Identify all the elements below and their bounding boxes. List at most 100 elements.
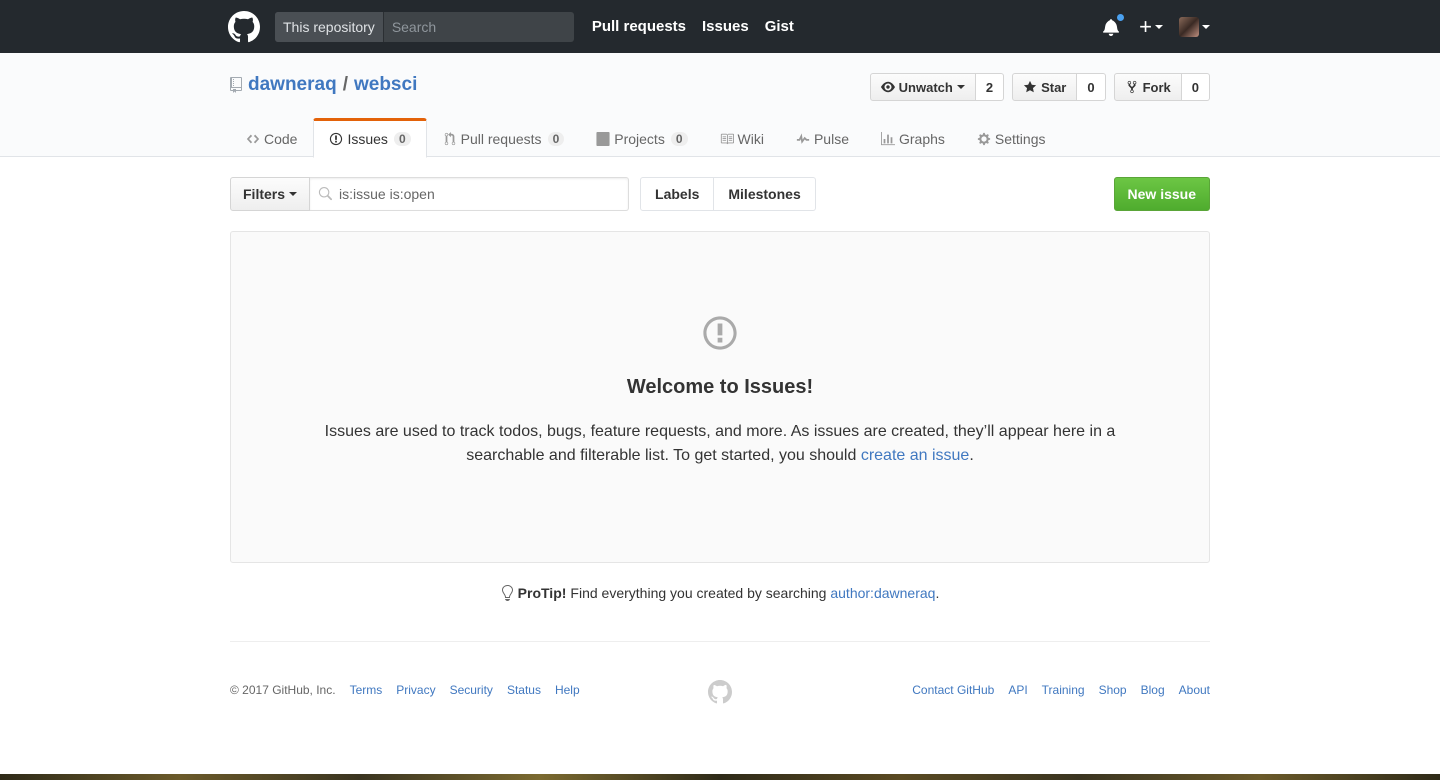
search-input[interactable]: [383, 11, 574, 42]
header-nav: Pull requests Issues Gist: [592, 18, 810, 35]
forks-count[interactable]: 0: [1181, 73, 1210, 101]
tab-label: Code: [264, 131, 298, 147]
filters-group: Filters: [230, 177, 630, 211]
watch-label: Unwatch: [898, 79, 953, 95]
tab-pulse[interactable]: Pulse: [780, 118, 865, 158]
chevron-down-icon: [1202, 24, 1210, 29]
repo-actions: Unwatch 2 Star 0 Fork 0: [862, 73, 1210, 101]
issue-opened-icon: [330, 132, 343, 146]
star-label: Star: [1041, 79, 1067, 95]
repo-header: dawneraq / websci Unwatch 2 Star 0 Fork …: [0, 53, 1440, 158]
tab-label: Issues: [347, 131, 388, 147]
header-inner: This repository Pull requests Issues Gis…: [228, 0, 1210, 53]
filters-button[interactable]: Filters: [230, 177, 311, 211]
footer-right-links: Contact GitHub API Training Shop Blog Ab…: [912, 683, 1210, 697]
star-icon: [1023, 80, 1037, 93]
footer-link-contact[interactable]: Contact GitHub: [912, 683, 994, 697]
footer-link-terms[interactable]: Terms: [350, 683, 383, 697]
tab-projects[interactable]: Projects 0: [580, 118, 703, 158]
footer-link-api[interactable]: API: [1008, 683, 1027, 697]
github-logo-icon[interactable]: [228, 10, 260, 43]
repo-icon: [230, 77, 242, 93]
tab-counter: 0: [393, 132, 411, 146]
issue-opened-icon: [703, 316, 737, 350]
tab-label: Graphs: [898, 131, 945, 147]
tab-label: Pull requests: [460, 131, 542, 147]
gear-icon: [977, 132, 991, 146]
create-new-dropdown[interactable]: +: [1139, 13, 1163, 39]
header-user-controls: +: [1103, 0, 1210, 53]
header-nav-pull-requests[interactable]: Pull requests: [592, 18, 686, 35]
labels-milestones-group: Labels Milestones: [640, 177, 816, 211]
repo-name-link[interactable]: websci: [354, 74, 417, 96]
search-scope-label[interactable]: This repository: [275, 11, 384, 42]
tab-code[interactable]: Code: [230, 118, 313, 158]
user-menu-dropdown[interactable]: [1179, 16, 1210, 37]
site-footer: © 2017 GitHub, Inc. Terms Privacy Securi…: [230, 641, 1210, 741]
fork-group: Fork 0: [1113, 73, 1210, 101]
tab-pull-requests[interactable]: Pull requests 0: [427, 118, 581, 158]
watch-button[interactable]: Unwatch: [869, 73, 976, 101]
avatar: [1179, 16, 1199, 37]
blankslate-text-end: .: [969, 447, 974, 464]
stargazers-count[interactable]: 0: [1077, 73, 1106, 101]
tab-issues[interactable]: Issues 0: [313, 118, 427, 158]
repo-path-separator: /: [342, 74, 348, 95]
unread-indicator: [1116, 12, 1126, 22]
issue-filter-search: [310, 177, 630, 211]
watchers-count[interactable]: 2: [975, 73, 1005, 101]
chevron-down-icon: [956, 85, 965, 89]
git-pull-request-icon: [444, 132, 455, 146]
issue-search-input[interactable]: [310, 178, 629, 210]
header-nav-gist[interactable]: Gist: [765, 18, 794, 35]
repo-owner-link[interactable]: dawneraq: [248, 74, 337, 96]
footer-link-about[interactable]: About: [1179, 683, 1210, 697]
star-group: Star 0: [1012, 73, 1106, 101]
star-button[interactable]: Star: [1012, 73, 1078, 101]
tab-label: Settings: [994, 131, 1046, 147]
labels-link[interactable]: Labels: [640, 177, 715, 211]
footer-left-links: © 2017 GitHub, Inc. Terms Privacy Securi…: [230, 683, 594, 697]
protip-label: ProTip!: [517, 585, 567, 601]
repo-title: dawneraq / websci: [230, 74, 417, 96]
footer-link-status[interactable]: Status: [507, 683, 541, 697]
github-mark-icon[interactable]: [708, 680, 732, 704]
issues-subnav: Filters Labels Milestones New issue: [230, 177, 1210, 211]
tab-wiki[interactable]: Wiki: [704, 118, 780, 158]
footer-link-blog[interactable]: Blog: [1141, 683, 1165, 697]
footer-link-shop[interactable]: Shop: [1099, 683, 1127, 697]
blankslate-text: Issues are used to track todos, bugs, fe…: [324, 423, 1116, 464]
search-icon: [318, 187, 333, 201]
code-icon: [246, 134, 260, 144]
tab-settings[interactable]: Settings: [961, 118, 1062, 158]
scoped-search: This repository: [275, 11, 574, 42]
header-nav-issues[interactable]: Issues: [702, 18, 749, 35]
protip-author-link[interactable]: author:dawneraq: [830, 585, 935, 601]
desktop-background-strip: [0, 774, 1440, 780]
tab-counter: 0: [670, 132, 688, 146]
chevron-down-icon: [289, 192, 298, 196]
protip: ProTip! Find everything you created by s…: [230, 585, 1210, 601]
repo-header-inner: dawneraq / websci Unwatch 2 Star 0 Fork …: [230, 53, 1210, 158]
issues-container: Filters Labels Milestones New issue Welc…: [230, 177, 1210, 741]
footer-link-security[interactable]: Security: [450, 683, 493, 697]
footer-link-help[interactable]: Help: [555, 683, 580, 697]
footer-link-training[interactable]: Training: [1042, 683, 1085, 697]
graph-icon: [880, 132, 895, 146]
tab-counter: 0: [547, 132, 565, 146]
repo-forked-icon: [1127, 80, 1136, 94]
tab-label: Wiki: [737, 131, 764, 147]
fork-button[interactable]: Fork: [1113, 73, 1182, 101]
tab-label: Pulse: [813, 131, 849, 147]
footer-link-privacy[interactable]: Privacy: [396, 683, 435, 697]
plus-icon: +: [1139, 13, 1152, 39]
fork-label: Fork: [1142, 79, 1171, 95]
book-icon: [720, 133, 734, 145]
new-issue-button[interactable]: New issue: [1113, 177, 1210, 211]
repo-nav: Code Issues 0 Pull requests 0 Projects 0…: [230, 118, 1062, 158]
milestones-link[interactable]: Milestones: [714, 177, 816, 211]
notifications-button[interactable]: [1103, 12, 1126, 36]
tab-graphs[interactable]: Graphs: [865, 118, 961, 158]
blankslate-description: Issues are used to track todos, bugs, fe…: [290, 420, 1150, 468]
create-issue-link[interactable]: create an issue: [861, 447, 970, 464]
